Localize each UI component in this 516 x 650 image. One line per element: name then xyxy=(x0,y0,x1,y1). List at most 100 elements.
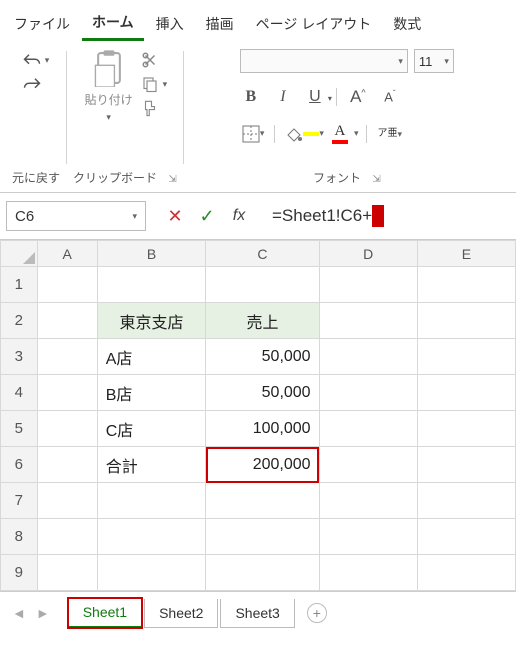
cell[interactable] xyxy=(37,519,97,555)
cell[interactable] xyxy=(319,303,417,339)
cell[interactable]: 合計 xyxy=(97,447,206,483)
cell-active[interactable]: 200,000 xyxy=(206,447,319,483)
cell[interactable]: 50,000 xyxy=(206,339,319,375)
cell[interactable] xyxy=(417,375,515,411)
row-header[interactable]: 5 xyxy=(1,411,38,447)
menu-file[interactable]: ファイル xyxy=(4,8,80,40)
cell[interactable]: B店 xyxy=(97,375,206,411)
cell[interactable]: 100,000 xyxy=(206,411,319,447)
row-header[interactable]: 9 xyxy=(1,555,38,591)
cell[interactable] xyxy=(319,555,417,591)
menu-home[interactable]: ホーム xyxy=(82,6,144,41)
col-header-D[interactable]: D xyxy=(319,241,417,267)
dialog-launcher-icon[interactable]: ⇲ xyxy=(168,174,176,185)
cell[interactable] xyxy=(206,267,319,303)
row-header[interactable]: 7 xyxy=(1,483,38,519)
cell[interactable] xyxy=(417,303,515,339)
cell[interactable] xyxy=(319,411,417,447)
cell[interactable] xyxy=(319,267,417,303)
cell[interactable]: 売上 xyxy=(206,303,319,339)
col-header-E[interactable]: E xyxy=(417,241,515,267)
insert-function-button[interactable]: fx xyxy=(224,201,254,231)
name-box[interactable]: C6 ▾ xyxy=(6,201,146,231)
bold-button[interactable]: B xyxy=(240,88,262,106)
cell[interactable] xyxy=(206,555,319,591)
cell[interactable] xyxy=(417,483,515,519)
undo-button[interactable]: ▾ xyxy=(23,51,50,69)
copy-button[interactable]: ▾ xyxy=(141,75,168,93)
cell[interactable] xyxy=(206,483,319,519)
cell[interactable] xyxy=(97,519,206,555)
cell[interactable] xyxy=(37,447,97,483)
chevron-down-icon[interactable]: ▾ xyxy=(354,128,359,139)
cell[interactable] xyxy=(206,519,319,555)
cell[interactable] xyxy=(417,267,515,303)
ruby-button[interactable]: ア亜 ▾ xyxy=(375,127,404,141)
cell[interactable] xyxy=(97,555,206,591)
cell[interactable] xyxy=(417,555,515,591)
col-header-C[interactable]: C xyxy=(206,241,319,267)
row-1: 1 xyxy=(1,267,516,303)
cell[interactable] xyxy=(417,339,515,375)
add-sheet-button[interactable]: + xyxy=(307,603,327,623)
cell[interactable] xyxy=(37,375,97,411)
menu-draw[interactable]: 描画 xyxy=(196,8,244,40)
sheet-nav-prev[interactable]: ◄ xyxy=(8,605,30,621)
spreadsheet-grid[interactable]: A B C D E 1 2 東京支店 売上 3 A店 50,000 xyxy=(0,240,516,591)
col-header-B[interactable]: B xyxy=(97,241,206,267)
paste-button[interactable]: 貼り付け ▾ xyxy=(83,45,135,127)
cell[interactable]: C店 xyxy=(97,411,206,447)
menu-insert[interactable]: 挿入 xyxy=(146,8,194,40)
row-header[interactable]: 2 xyxy=(1,303,38,339)
row-header[interactable]: 4 xyxy=(1,375,38,411)
fill-color-button[interactable]: ▾ xyxy=(283,123,326,145)
cell[interactable] xyxy=(417,447,515,483)
row-6: 6 合計 200,000 xyxy=(1,447,516,483)
dialog-launcher-icon[interactable]: ⇲ xyxy=(372,174,380,185)
font-size-dropdown[interactable]: 11 ▾ xyxy=(414,49,454,73)
cell[interactable]: 東京支店 xyxy=(97,303,206,339)
cell[interactable] xyxy=(37,267,97,303)
cell[interactable] xyxy=(37,339,97,375)
cell[interactable] xyxy=(37,411,97,447)
italic-button[interactable]: I xyxy=(272,88,294,106)
menu-formulas[interactable]: 数式 xyxy=(383,8,431,40)
col-header-A[interactable]: A xyxy=(37,241,97,267)
font-color-button[interactable]: A xyxy=(330,121,350,146)
font-name-dropdown[interactable]: ▾ xyxy=(240,49,408,73)
row-header[interactable]: 3 xyxy=(1,339,38,375)
cell[interactable] xyxy=(97,267,206,303)
cell[interactable]: A店 xyxy=(97,339,206,375)
sheet-tab-2[interactable]: Sheet2 xyxy=(144,599,218,628)
cell[interactable] xyxy=(319,447,417,483)
cell[interactable] xyxy=(319,519,417,555)
cell[interactable] xyxy=(37,483,97,519)
cell[interactable] xyxy=(37,303,97,339)
cell[interactable] xyxy=(319,339,417,375)
sheet-tab-1[interactable]: Sheet1 xyxy=(68,598,142,628)
cut-button[interactable] xyxy=(141,51,168,69)
cell[interactable] xyxy=(417,411,515,447)
row-header[interactable]: 8 xyxy=(1,519,38,555)
cell[interactable] xyxy=(97,483,206,519)
row-header[interactable]: 1 xyxy=(1,267,38,303)
cell[interactable] xyxy=(37,555,97,591)
sheet-nav-next[interactable]: ► xyxy=(32,605,54,621)
sheet-tab-3[interactable]: Sheet3 xyxy=(220,599,294,628)
cell[interactable] xyxy=(319,483,417,519)
cancel-formula-button[interactable]: ✕ xyxy=(160,201,190,231)
grow-font-button[interactable]: A^ xyxy=(347,87,369,107)
formula-input[interactable]: =Sheet1!C6+ xyxy=(264,201,510,231)
confirm-formula-button[interactable]: ✓ xyxy=(192,201,222,231)
cell[interactable] xyxy=(417,519,515,555)
underline-button[interactable]: U▾ xyxy=(304,88,326,106)
shrink-font-button[interactable]: Aˇ xyxy=(379,89,401,105)
select-all-corner[interactable] xyxy=(1,241,38,267)
format-painter-button[interactable] xyxy=(141,99,168,117)
redo-button[interactable] xyxy=(23,75,50,93)
row-header[interactable]: 6 xyxy=(1,447,38,483)
border-button[interactable]: ▾ xyxy=(240,123,267,145)
menu-page-layout[interactable]: ページ レイアウト xyxy=(246,8,382,40)
cell[interactable] xyxy=(319,375,417,411)
cell[interactable]: 50,000 xyxy=(206,375,319,411)
